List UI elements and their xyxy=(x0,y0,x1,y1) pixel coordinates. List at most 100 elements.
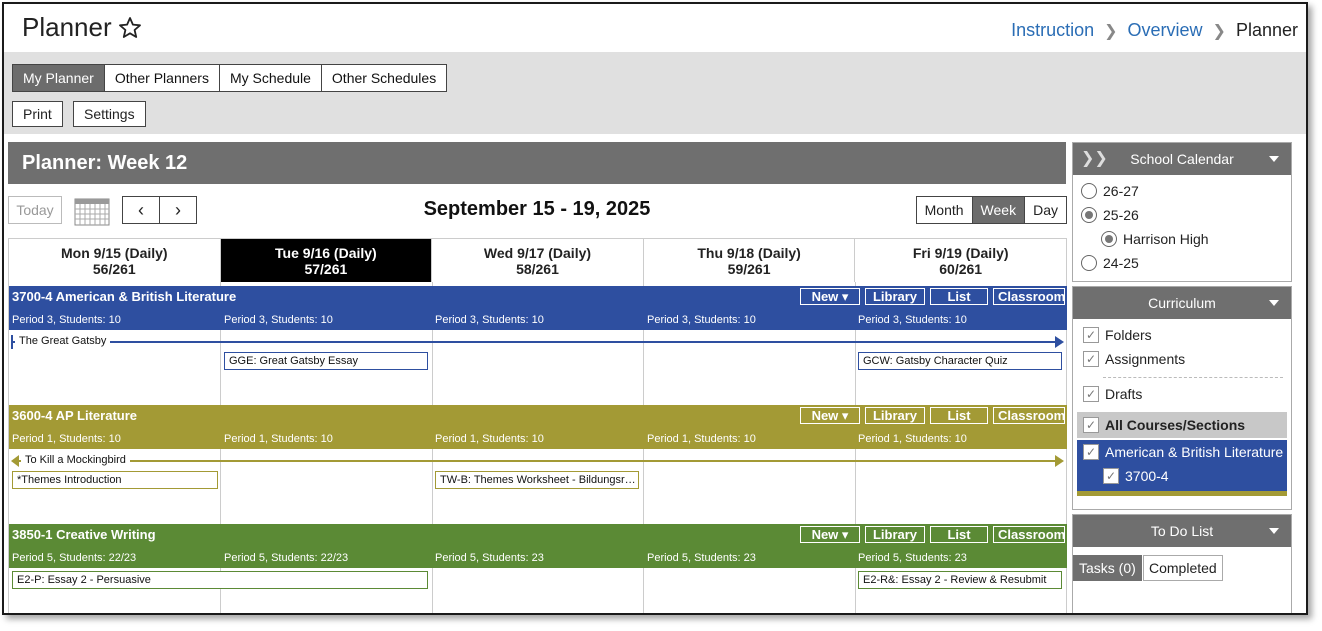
view-switcher: Month Week Day xyxy=(915,196,1067,224)
tab-tasks[interactable]: Tasks (0) xyxy=(1073,555,1142,581)
day-header-thu[interactable]: Thu 9/18 (Daily) 59/261 xyxy=(643,238,856,282)
calendar-icon[interactable] xyxy=(74,198,110,226)
tab-my-planner[interactable]: My Planner xyxy=(12,64,105,92)
period-info: Period 1, Students: 10 xyxy=(435,433,544,445)
lesson-item[interactable]: GGE: Great Gatsby Essay xyxy=(224,352,428,370)
school-calendar-header[interactable]: ❯❯ School Calendar xyxy=(1073,143,1291,175)
caret-down-icon[interactable] xyxy=(1269,156,1279,162)
radio-button[interactable] xyxy=(1081,255,1097,271)
checkbox[interactable]: ✓ xyxy=(1083,351,1099,367)
filter-section-3700-4[interactable]: ✓ 3700-4 xyxy=(1077,464,1287,488)
classroom-button[interactable]: Classroom xyxy=(993,288,1065,305)
course-title[interactable]: 3700-4 American & British Literature xyxy=(12,289,236,304)
new-button[interactable]: New ▾ xyxy=(800,288,860,305)
breadcrumb-instruction[interactable]: Instruction xyxy=(1011,20,1094,41)
settings-button[interactable]: Settings xyxy=(73,101,146,127)
previous-week-button[interactable]: ‹ xyxy=(122,196,160,224)
lesson-item[interactable]: GCW: Gatsby Character Quiz xyxy=(858,352,1062,370)
radio-button[interactable] xyxy=(1101,231,1117,247)
checkbox[interactable]: ✓ xyxy=(1083,386,1099,402)
checkbox[interactable]: ✓ xyxy=(1103,468,1119,484)
day-header-mon[interactable]: Mon 9/15 (Daily) 56/261 xyxy=(9,238,221,282)
period-info: Period 3, Students: 10 xyxy=(224,314,333,326)
page-title: Planner xyxy=(22,12,112,42)
double-chevron-icon[interactable]: ❯❯ xyxy=(1081,143,1108,175)
filter-all-courses[interactable]: ✓ All Courses/Sections xyxy=(1077,412,1287,438)
period-info: Period 3, Students: 10 xyxy=(858,314,967,326)
day-view-button[interactable]: Day xyxy=(1024,196,1067,224)
breadcrumb-overview[interactable]: Overview xyxy=(1128,20,1203,41)
day-count: 58/261 xyxy=(516,261,559,277)
print-button[interactable]: Print xyxy=(12,101,63,127)
new-button[interactable]: New ▾ xyxy=(800,526,860,543)
tab-other-schedules[interactable]: Other Schedules xyxy=(320,64,448,92)
unit-label[interactable]: The Great Gatsby xyxy=(15,335,111,347)
course-actions: New ▾ Library List Classroom xyxy=(800,288,1065,305)
library-button[interactable]: Library xyxy=(865,407,925,424)
day-header-fri[interactable]: Fri 9/19 (Daily) 60/261 xyxy=(855,238,1067,282)
calendar-option-25-26[interactable]: 25-26 xyxy=(1073,203,1291,227)
day-header-wed[interactable]: Wed 9/17 (Daily) 58/261 xyxy=(432,238,644,282)
option-label: Harrison High xyxy=(1123,231,1209,247)
course-title[interactable]: 3600-4 AP Literature xyxy=(12,408,137,423)
list-button[interactable]: List xyxy=(930,407,988,424)
filter-folders[interactable]: ✓ Folders xyxy=(1073,323,1291,347)
month-view-button[interactable]: Month xyxy=(915,196,973,224)
caret-down-icon[interactable] xyxy=(1269,300,1279,306)
curriculum-title: Curriculum xyxy=(1148,295,1216,311)
today-button[interactable]: Today xyxy=(8,196,62,224)
chevron-right-icon: ❯ xyxy=(1104,22,1118,40)
todo-title: To Do List xyxy=(1150,523,1214,539)
week-arrows: ‹ › xyxy=(122,196,197,224)
tab-other-planners[interactable]: Other Planners xyxy=(103,64,220,92)
calendar-option-harrison-high[interactable]: Harrison High xyxy=(1073,227,1291,251)
filter-american-british-literature[interactable]: ✓ American & British Literature xyxy=(1077,440,1287,464)
lesson-item[interactable]: *Themes Introduction xyxy=(12,471,218,489)
lesson-item[interactable]: E2-R&: Essay 2 - Review & Resubmit xyxy=(858,571,1062,589)
filter-assignments[interactable]: ✓ Assignments xyxy=(1073,347,1291,371)
new-button[interactable]: New ▾ xyxy=(800,407,860,424)
period-info: Period 5, Students: 23 xyxy=(435,552,544,564)
list-button[interactable]: List xyxy=(930,288,988,305)
calendar-option-26-27[interactable]: 26-27 xyxy=(1073,179,1291,203)
filter-label: All Courses/Sections xyxy=(1105,417,1246,433)
unit-span-arrow xyxy=(11,455,1064,467)
day-label: Thu 9/18 (Daily) xyxy=(697,245,801,261)
option-label: 25-26 xyxy=(1103,207,1139,223)
radio-button[interactable] xyxy=(1081,183,1097,199)
next-week-button[interactable]: › xyxy=(159,196,197,224)
star-icon[interactable] xyxy=(118,16,142,40)
lesson-item[interactable]: TW-B: Themes Worksheet - Bildungsroman xyxy=(435,471,639,489)
checkbox[interactable]: ✓ xyxy=(1083,327,1099,343)
period-info: Period 1, Students: 10 xyxy=(224,433,333,445)
breadcrumb: Instruction ❯ Overview ❯ Planner xyxy=(1011,20,1298,41)
curriculum-panel: Curriculum ✓ Folders ✓ Assignments ✓ Drafts… xyxy=(1072,286,1292,510)
caret-down-icon[interactable] xyxy=(1269,528,1279,534)
unit-label[interactable]: To Kill a Mockingbird xyxy=(21,454,130,466)
checkbox[interactable]: ✓ xyxy=(1083,444,1099,460)
list-button[interactable]: List xyxy=(930,526,988,543)
period-info: Period 5, Students: 23 xyxy=(858,552,967,564)
library-button[interactable]: Library xyxy=(865,526,925,543)
course-title[interactable]: 3850-1 Creative Writing xyxy=(12,527,156,542)
week-grid: Mon 9/15 (Daily) 56/261 Tue 9/16 (Daily) 5… xyxy=(8,238,1067,613)
calendar-option-24-25[interactable]: 24-25 xyxy=(1073,251,1291,275)
week-view-button[interactable]: Week xyxy=(971,196,1026,224)
filter-drafts[interactable]: ✓ Drafts xyxy=(1073,382,1291,406)
classroom-button[interactable]: Classroom xyxy=(993,407,1065,424)
course-filter-group: ✓ American & British Literature ✓ 3700-4 xyxy=(1077,440,1287,496)
filter-label: Folders xyxy=(1105,327,1152,343)
course-bar-creative-writing: 3850-1 Creative Writing New ▾ Library Li… xyxy=(9,524,1067,568)
chevron-left-icon: ‹ xyxy=(138,200,144,220)
curriculum-header[interactable]: Curriculum xyxy=(1073,287,1291,319)
day-header-tue[interactable]: Tue 9/16 (Daily) 57/261 xyxy=(220,238,433,282)
tab-completed[interactable]: Completed xyxy=(1143,555,1223,581)
library-button[interactable]: Library xyxy=(865,288,925,305)
checkbox[interactable]: ✓ xyxy=(1083,417,1099,433)
radio-button[interactable] xyxy=(1081,207,1097,223)
lesson-item[interactable]: E2-P: Essay 2 - Persuasive xyxy=(12,571,428,589)
todo-header[interactable]: To Do List xyxy=(1073,515,1291,547)
unit-span-arrow xyxy=(11,335,1064,349)
tab-my-schedule[interactable]: My Schedule xyxy=(218,64,322,92)
classroom-button[interactable]: Classroom xyxy=(993,526,1065,543)
